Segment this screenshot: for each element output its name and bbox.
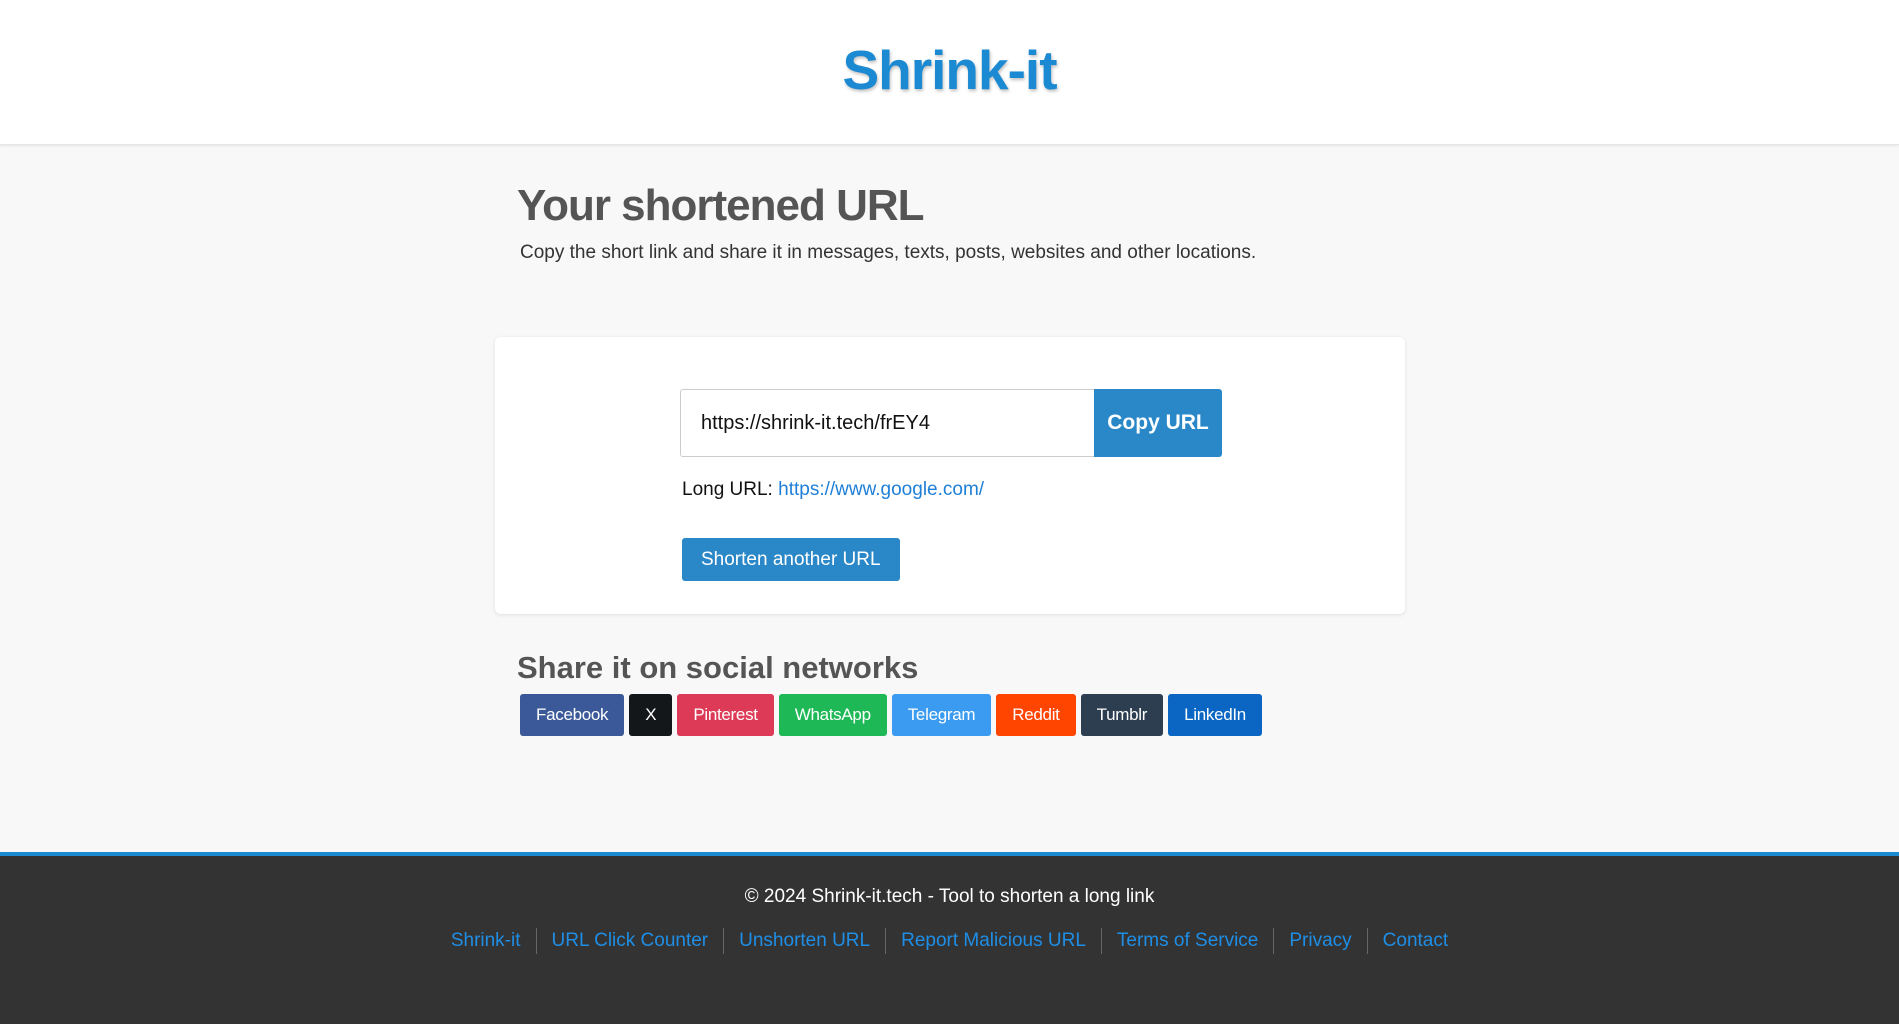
share-section: Share it on social networks Facebook X P…: [517, 646, 1262, 736]
footer-link-terms[interactable]: Terms of Service: [1100, 928, 1273, 954]
short-url-input[interactable]: [680, 389, 1094, 457]
share-x-button[interactable]: X: [629, 694, 673, 736]
footer-link-privacy[interactable]: Privacy: [1273, 928, 1366, 954]
shorten-another-button[interactable]: Shorten another URL: [682, 538, 900, 581]
long-url-link[interactable]: https://www.google.com/: [778, 479, 984, 500]
footer-link-unshorten-url[interactable]: Unshorten URL: [723, 928, 885, 954]
long-url-row: Long URL: https://www.google.com/: [682, 479, 984, 501]
share-linkedin-button[interactable]: LinkedIn: [1168, 694, 1262, 736]
share-title: Share it on social networks: [517, 650, 919, 685]
copy-url-button[interactable]: Copy URL: [1094, 389, 1222, 457]
footer-link-shrink-it[interactable]: Shrink-it: [436, 928, 536, 954]
share-whatsapp-button[interactable]: WhatsApp: [778, 694, 887, 736]
share-reddit-button[interactable]: Reddit: [996, 694, 1076, 736]
footer-links: Shrink-it URL Click Counter Unshorten UR…: [0, 928, 1899, 954]
site-footer: © 2024 Shrink-it.tech - Tool to shorten …: [0, 852, 1899, 1024]
share-buttons: Facebook X Pinterest WhatsApp Telegram R…: [520, 694, 1262, 736]
share-tumblr-button[interactable]: Tumblr: [1080, 694, 1164, 736]
site-header: Shrink-it: [0, 0, 1899, 145]
page-title: Your shortened URL: [517, 181, 925, 230]
title-block: Your shortened URL Copy the short link a…: [517, 178, 1417, 264]
site-logo[interactable]: Shrink-it: [842, 38, 1057, 102]
share-telegram-button[interactable]: Telegram: [891, 694, 992, 736]
share-pinterest-button[interactable]: Pinterest: [677, 694, 774, 736]
result-card: Copy URL Long URL: https://www.google.co…: [495, 337, 1405, 614]
page-subtitle: Copy the short link and share it in mess…: [520, 242, 1257, 263]
footer-copyright: © 2024 Shrink-it.tech - Tool to shorten …: [744, 886, 1155, 907]
share-facebook-button[interactable]: Facebook: [520, 694, 625, 736]
footer-link-click-counter[interactable]: URL Click Counter: [535, 928, 724, 954]
long-url-label: Long URL:: [682, 479, 773, 500]
footer-link-contact[interactable]: Contact: [1366, 928, 1463, 954]
short-url-row: Copy URL: [680, 389, 1222, 457]
footer-link-report-malicious[interactable]: Report Malicious URL: [885, 928, 1101, 954]
